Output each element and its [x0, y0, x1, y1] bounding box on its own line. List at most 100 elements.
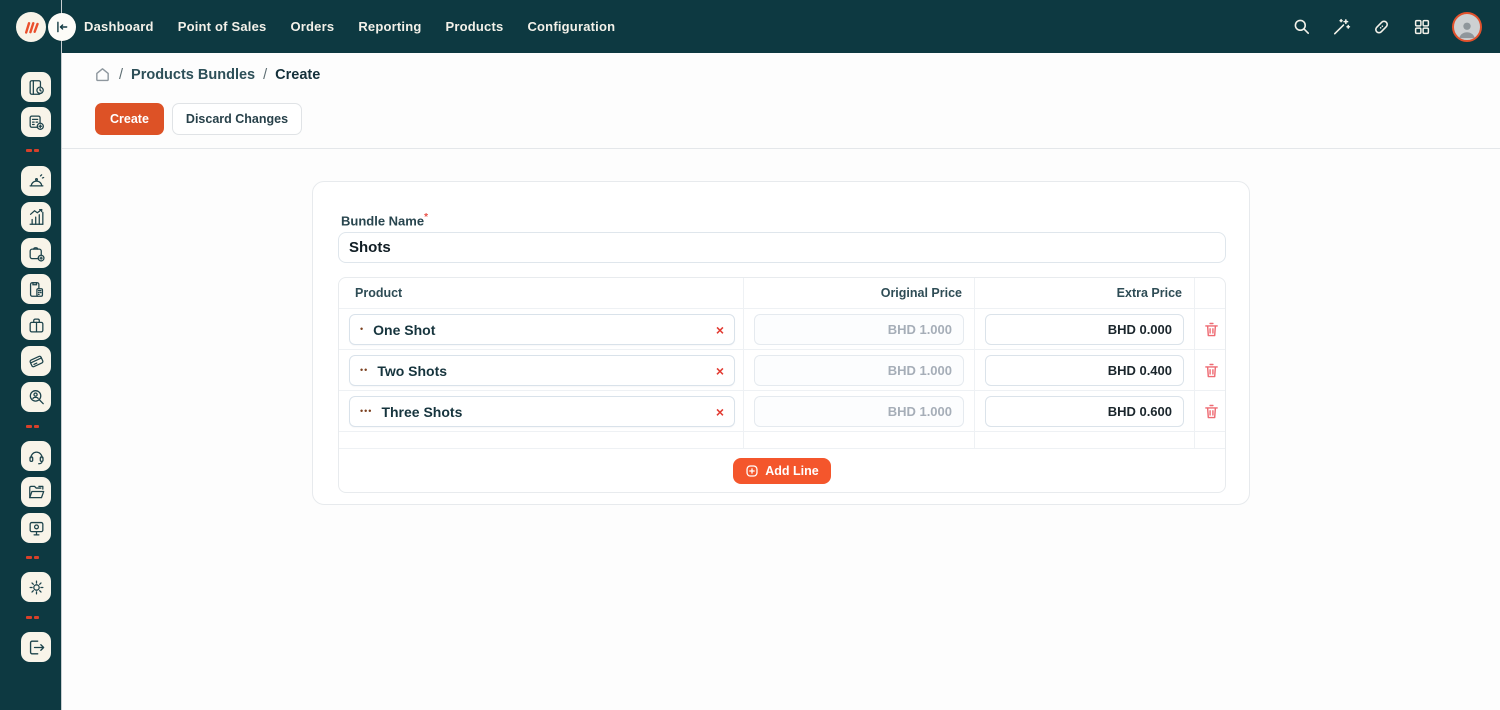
- table-row: ••• Three Shots ×: [339, 390, 1225, 431]
- sidebar-separator: [26, 556, 39, 559]
- sidebar-sales-growth[interactable]: [21, 202, 51, 232]
- inventory-box-icon: [27, 316, 46, 335]
- bundle-form-card: Bundle Name* Product Original Price Extr…: [312, 181, 1250, 505]
- documents-folder-icon: [27, 483, 46, 502]
- nav-reporting[interactable]: Reporting: [358, 19, 421, 34]
- clear-product-icon[interactable]: ×: [716, 364, 724, 378]
- extra-price-input[interactable]: [985, 396, 1184, 427]
- original-price-input: [754, 355, 964, 386]
- bundle-name-input[interactable]: [338, 232, 1226, 263]
- app-window: Dashboard Point of Sales Orders Reportin…: [0, 0, 1500, 710]
- product-select[interactable]: ••• Three Shots ×: [349, 396, 735, 427]
- top-navigation-bar: Dashboard Point of Sales Orders Reportin…: [0, 0, 1500, 53]
- original-price-input: [754, 396, 964, 427]
- required-asterisk: *: [424, 212, 428, 223]
- page-actions: Create Discard Changes: [95, 103, 302, 135]
- discard-changes-button[interactable]: Discard Changes: [172, 103, 302, 135]
- settings-gear-icon: [27, 578, 46, 597]
- breadcrumb-separator: /: [263, 67, 267, 83]
- sales-growth-icon: [27, 208, 46, 227]
- apps-grid-icon[interactable]: [1412, 17, 1431, 36]
- sidebar-pos-register[interactable]: [21, 107, 51, 137]
- product-name: Three Shots: [381, 404, 715, 420]
- column-header-actions: [1195, 278, 1226, 308]
- sidebar-scale-add[interactable]: [21, 238, 51, 268]
- nav-products[interactable]: Products: [446, 19, 504, 34]
- breadcrumb-current: Create: [275, 67, 320, 83]
- magic-wand-icon[interactable]: [1332, 17, 1351, 36]
- collapse-arrow-icon: [55, 20, 69, 34]
- person-icon: [1456, 18, 1478, 40]
- product-name: One Shot: [373, 322, 716, 338]
- plus-square-icon: [745, 464, 759, 478]
- sidebar-inventory-box[interactable]: [21, 310, 51, 340]
- brand-logo[interactable]: [16, 12, 46, 42]
- sidebar-orders-clipboard[interactable]: [21, 274, 51, 304]
- orders-clipboard-icon: [27, 280, 46, 299]
- sidebar-logout[interactable]: [21, 632, 51, 662]
- sidebar-separator: [26, 149, 39, 152]
- add-line-label: Add Line: [765, 464, 818, 478]
- pos-register-icon: [27, 113, 46, 132]
- main-nav: Dashboard Point of Sales Orders Reportin…: [84, 0, 615, 53]
- sidebar-border: [61, 0, 62, 710]
- nav-orders[interactable]: Orders: [290, 19, 334, 34]
- product-select[interactable]: •• Two Shots ×: [349, 355, 735, 386]
- add-line-button[interactable]: Add Line: [733, 458, 830, 484]
- user-avatar[interactable]: [1452, 12, 1482, 42]
- app-sidebar: [0, 53, 62, 710]
- bundle-name-label: Bundle Name*: [341, 212, 428, 228]
- delete-line-button[interactable]: [1201, 402, 1221, 422]
- extra-price-input[interactable]: [985, 314, 1184, 345]
- home-icon[interactable]: [94, 66, 111, 83]
- delete-line-button[interactable]: [1201, 320, 1221, 340]
- sidebar-journal-clock[interactable]: [21, 72, 51, 102]
- customer-search-icon: [27, 388, 46, 407]
- sidebar-catering[interactable]: [21, 166, 51, 196]
- delete-line-button[interactable]: [1201, 361, 1221, 381]
- sidebar-collapse-button[interactable]: [48, 13, 76, 41]
- sidebar-separator: [26, 425, 39, 428]
- product-name: Two Shots: [377, 363, 716, 379]
- scale-add-icon: [27, 244, 46, 263]
- trash-icon: [1203, 321, 1220, 338]
- search-icon[interactable]: [1292, 17, 1311, 36]
- original-price-input: [754, 314, 964, 345]
- breadcrumb-products-bundles[interactable]: Products Bundles: [131, 67, 255, 83]
- empty-row: [339, 431, 1225, 448]
- nav-configuration[interactable]: Configuration: [527, 19, 615, 34]
- trash-icon: [1203, 403, 1220, 420]
- clear-product-icon[interactable]: ×: [716, 405, 724, 419]
- clear-product-icon[interactable]: ×: [716, 323, 724, 337]
- sidebar-card-machine[interactable]: [21, 346, 51, 376]
- nav-dashboard[interactable]: Dashboard: [84, 19, 154, 34]
- trash-icon: [1203, 362, 1220, 379]
- sidebar-display-screen[interactable]: [21, 513, 51, 543]
- table-header-row: Product Original Price Extra Price: [339, 278, 1225, 308]
- catering-icon: [27, 172, 46, 191]
- display-screen-icon: [27, 519, 46, 538]
- column-header-product: Product: [339, 278, 744, 308]
- support-headset-icon: [27, 447, 46, 466]
- create-button[interactable]: Create: [95, 103, 164, 135]
- logo-mark-icon: [23, 19, 40, 36]
- topbar-tools: [1292, 0, 1482, 53]
- table-row: • One Shot ×: [339, 308, 1225, 349]
- logout-icon: [27, 638, 46, 657]
- extra-price-input[interactable]: [985, 355, 1184, 386]
- sidebar-settings[interactable]: [21, 572, 51, 602]
- sidebar-separator: [26, 616, 39, 619]
- product-select[interactable]: • One Shot ×: [349, 314, 735, 345]
- product-thumbnail: •••: [360, 407, 372, 416]
- sidebar-support-headset[interactable]: [21, 441, 51, 471]
- column-header-extra-price: Extra Price: [975, 278, 1195, 308]
- product-thumbnail: •: [360, 325, 364, 334]
- column-header-original-price: Original Price: [744, 278, 975, 308]
- tag-icon[interactable]: [1372, 17, 1391, 36]
- sidebar-customer-search[interactable]: [21, 382, 51, 412]
- main-content: / Products Bundles / Create Create Disca…: [62, 53, 1500, 710]
- product-thumbnail: ••: [360, 366, 368, 375]
- sidebar-documents-folder[interactable]: [21, 477, 51, 507]
- card-machine-icon: [27, 352, 46, 371]
- nav-point-of-sales[interactable]: Point of Sales: [178, 19, 267, 34]
